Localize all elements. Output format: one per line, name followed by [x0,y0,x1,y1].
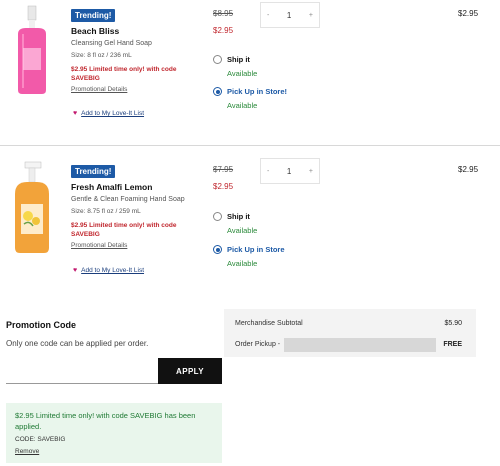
original-price: $8.95 [213,9,234,18]
pick-up-in-store-radio[interactable] [213,87,222,96]
original-price: $7.95 [213,165,234,174]
pick-up-in-store-label[interactable]: Pick Up in Store! [227,87,287,96]
add-to-love-it-list[interactable]: ♥ Add to My Love-It List [73,267,144,274]
add-to-love-it-list[interactable]: ♥ Add to My Love-It List [73,110,144,117]
heart-icon: ♥ [73,110,78,117]
ship-it-label[interactable]: Ship it [227,212,250,221]
product-name[interactable]: Beach Bliss [71,26,119,36]
ship-it-radio[interactable] [213,55,222,64]
product-description: Gentle & Clean Foaming Hand Soap [71,196,185,203]
ship-it-label[interactable]: Ship it [227,55,250,64]
promotion-code-heading: Promotion Code [6,320,76,330]
ship-it-availability: Available [227,69,258,78]
product-size: Size: 8 fl oz / 236 mL [71,52,132,59]
remove-promotion-link[interactable]: Remove [15,448,39,455]
love-it-label: Add to My Love-It List [81,110,145,117]
order-pickup-label: Order Pickup - [235,341,281,348]
line-total: $2.95 [458,165,479,174]
product-image-beach-bliss[interactable] [10,4,54,96]
apply-button[interactable]: APPLY [158,358,222,384]
trending-badge: Trending! [71,9,116,22]
quantity-value[interactable]: 1 [287,167,291,176]
order-pickup-value: FREE [443,341,462,348]
promotion-applied-message: $2.95 Limited time only! with code SAVEB… [15,411,196,431]
quantity-value[interactable]: 1 [287,11,291,20]
product-deal: $2.95 Limited time only! with code SAVEB… [71,222,177,238]
ship-it-availability: Available [227,226,258,235]
product-description: Cleansing Gel Hand Soap [71,40,152,47]
order-summary: Merchandise Subtotal $5.90 Order Pickup … [224,309,476,357]
pick-up-in-store-label[interactable]: Pick Up in Store [227,245,285,254]
pick-up-availability: Available [227,259,258,268]
order-pickup-detail-placeholder [284,338,436,352]
decrease-quantity-button[interactable]: - [267,12,269,19]
promotion-applied-notice: $2.95 Limited time only! with code SAVEB… [6,403,222,463]
decrease-quantity-button[interactable]: - [267,168,269,175]
product-deal: $2.95 Limited time only! with code SAVEB… [71,66,177,82]
sale-price: $2.95 [213,182,234,191]
line-total: $2.95 [458,9,479,18]
promotion-code-input[interactable] [6,358,158,384]
heart-icon: ♥ [73,267,78,274]
product-size: Size: 8.75 fl oz / 259 mL [71,208,141,215]
merchandise-subtotal-value: $5.90 [444,320,462,327]
promotional-details-link[interactable]: Promotional Details [71,86,127,93]
trending-badge: Trending! [71,165,116,178]
product-image-fresh-amalfi-lemon[interactable] [9,160,55,256]
increase-quantity-button[interactable]: + [309,168,313,175]
item-divider [0,145,500,146]
pick-up-availability: Available [227,101,258,110]
product-name[interactable]: Fresh Amalfi Lemon [71,182,152,192]
increase-quantity-button[interactable]: + [309,12,313,19]
applied-code: CODE: SAVEBIG [15,436,66,443]
promotion-code-note: Only one code can be applied per order. [6,339,149,348]
pick-up-in-store-radio[interactable] [213,245,222,254]
love-it-label: Add to My Love-It List [81,267,145,274]
merchandise-subtotal-label: Merchandise Subtotal [235,320,303,327]
ship-it-radio[interactable] [213,212,222,221]
quantity-stepper: - 1 + [260,158,320,184]
sale-price: $2.95 [213,26,234,35]
quantity-stepper: - 1 + [260,2,320,28]
promotional-details-link[interactable]: Promotional Details [71,242,127,249]
